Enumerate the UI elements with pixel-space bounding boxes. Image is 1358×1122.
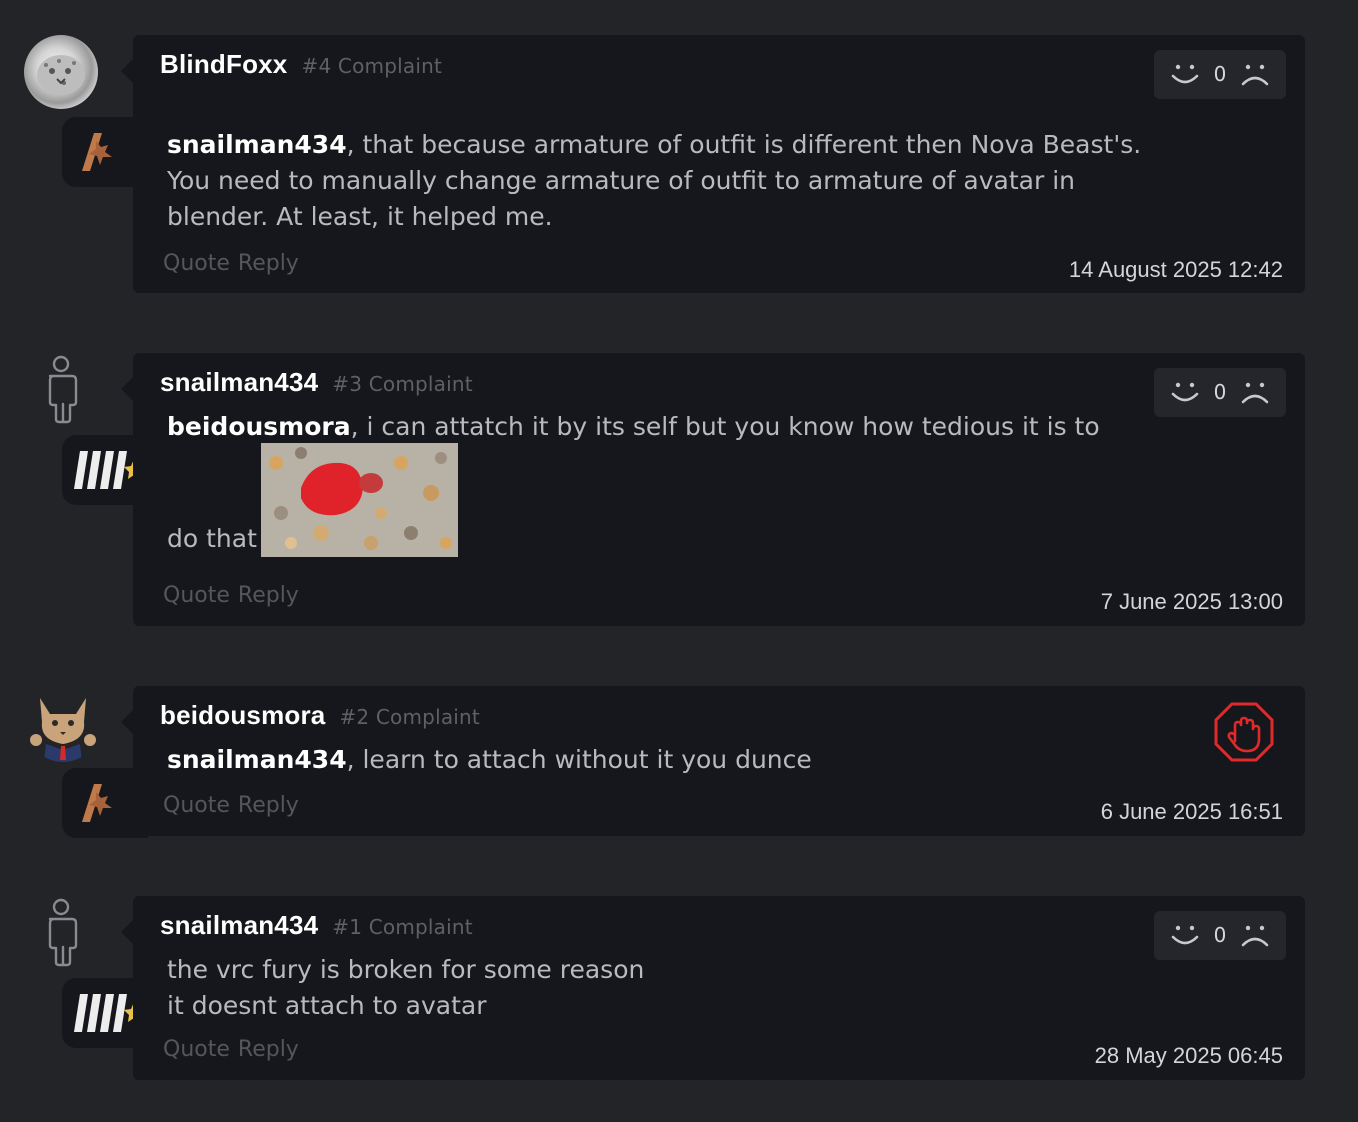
reply-link[interactable]: Reply	[238, 583, 299, 608]
user-avatar[interactable]	[24, 897, 98, 971]
post-actions: Quote Reply	[163, 793, 307, 818]
post-actions: Quote Reply	[163, 583, 307, 608]
user-avatar[interactable]	[26, 688, 100, 762]
post-text-line: it doesnt attach to avatar	[167, 991, 487, 1020]
post-body: snailman434, that because armature of ou…	[167, 127, 1165, 235]
default-person-icon	[48, 898, 78, 967]
post-number[interactable]: #3 Complaint	[332, 372, 473, 396]
user-avatar[interactable]	[24, 35, 98, 109]
post-date: 14 August 2025 12:42	[1068, 257, 1283, 282]
quote-link[interactable]: Quote	[163, 793, 230, 818]
user-avatar[interactable]	[24, 354, 98, 428]
author-name[interactable]: snailman434	[160, 367, 318, 397]
quote-link[interactable]: Quote	[163, 583, 230, 608]
reactions-widget: 0	[1154, 50, 1286, 99]
default-person-icon	[48, 355, 78, 424]
post-body: snailman434, learn to attach without it …	[167, 742, 1165, 778]
reactions-widget: 0	[1154, 368, 1286, 417]
author-name[interactable]: beidousmora	[160, 700, 325, 730]
reply-link[interactable]: Reply	[238, 1037, 299, 1062]
user-mention[interactable]: snailman434	[167, 745, 347, 774]
post-text: , i can attatch it by its self but you k…	[350, 412, 1100, 441]
quote-link[interactable]: Quote	[163, 1037, 230, 1062]
post-actions: Quote Reply	[163, 1037, 307, 1062]
user-mention[interactable]: snailman434	[167, 130, 347, 159]
post-date: 6 June 2025 16:51	[1100, 799, 1283, 824]
frown-icon[interactable]	[1240, 923, 1270, 949]
frown-icon[interactable]	[1240, 380, 1270, 406]
post-date: 28 May 2025 06:45	[1094, 1043, 1283, 1068]
post-text-continued: do that	[167, 524, 257, 553]
post-text: , learn to attach without it you dunce	[346, 745, 812, 774]
attached-image[interactable]	[260, 443, 458, 557]
post-card: snailman434 #3 Complaint 0 beidousmora, i…	[121, 353, 1305, 626]
post-number[interactable]: #1 Complaint	[332, 915, 473, 939]
quote-link[interactable]: Quote	[163, 251, 230, 276]
post-number[interactable]: #4 Complaint	[301, 54, 442, 78]
post-date: 7 June 2025 13:00	[1100, 589, 1283, 614]
post-body: the vrc fury is broken for some reason i…	[167, 952, 1165, 1024]
post-text-line: the vrc fury is broken for some reason	[167, 955, 645, 984]
author-name[interactable]: BlindFoxx	[160, 49, 287, 79]
post-body: beidousmora, i can attatch it by its sel…	[167, 409, 1155, 557]
reply-link[interactable]: Reply	[238, 251, 299, 276]
reply-link[interactable]: Reply	[238, 793, 299, 818]
reactions-widget: 0	[1154, 911, 1286, 960]
post-number[interactable]: #2 Complaint	[339, 705, 480, 729]
stop-hand-icon[interactable]	[1213, 701, 1275, 763]
post-card: beidousmora #2 Complaint snailman434, lea…	[121, 686, 1305, 836]
frown-icon[interactable]	[1240, 62, 1270, 88]
post-actions: Quote Reply	[163, 251, 307, 276]
post-card: BlindFoxx #4 Complaint 0 snailman434, tha…	[121, 35, 1305, 293]
user-mention[interactable]: beidousmora	[167, 412, 351, 441]
post-card: snailman434 #1 Complaint 0 the vrc fury i…	[121, 896, 1305, 1080]
author-name[interactable]: snailman434	[160, 910, 318, 940]
